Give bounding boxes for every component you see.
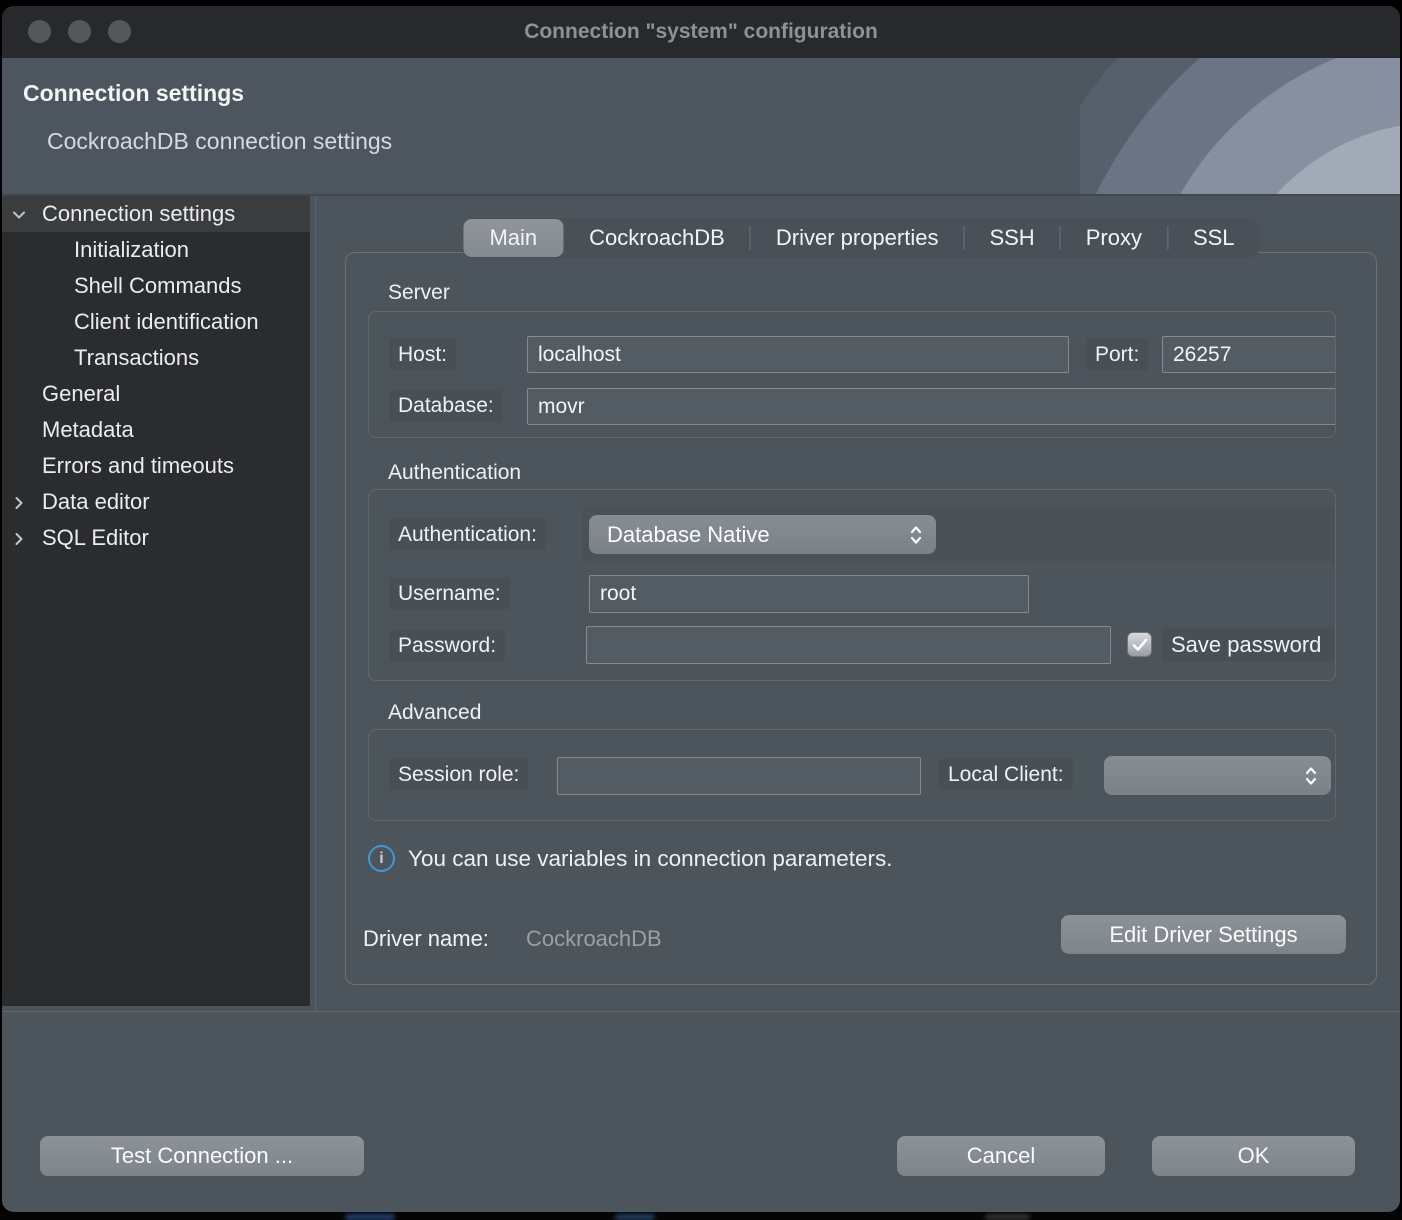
info-row: i You can use variables in connection pa… bbox=[368, 845, 892, 872]
tab-driver-properties[interactable]: Driver properties bbox=[751, 218, 964, 258]
sidebar-item-label: Metadata bbox=[42, 417, 134, 443]
sidebar-item-errors-and-timeouts[interactable]: Errors and timeouts bbox=[2, 448, 310, 484]
save-password-checkbox[interactable] bbox=[1127, 632, 1152, 657]
password-input[interactable] bbox=[586, 626, 1111, 664]
sidebar-item-label: Client identification bbox=[74, 309, 259, 335]
dialog-content: Connection settings Initialization Shell… bbox=[2, 196, 1400, 1012]
page-title: Connection settings bbox=[23, 80, 244, 107]
username-input[interactable] bbox=[589, 575, 1029, 613]
dialog-header: Connection settings CockroachDB connecti… bbox=[2, 58, 1400, 196]
authentication-groupbox: Authentication: Database Native Username… bbox=[368, 489, 1336, 681]
session-role-input[interactable] bbox=[557, 757, 921, 795]
username-label: Username: bbox=[389, 577, 510, 610]
sidebar-item-general[interactable]: General bbox=[2, 376, 310, 412]
main-tab-panel: Server Host: Port: Database: Authenticat… bbox=[345, 252, 1377, 985]
advanced-group-label: Advanced bbox=[388, 701, 481, 725]
sidebar-item-initialization[interactable]: Initialization bbox=[2, 232, 310, 268]
sidebar-item-connection-settings[interactable]: Connection settings bbox=[2, 196, 310, 232]
advanced-groupbox: Session role: Local Client: bbox=[368, 729, 1336, 821]
host-label: Host: bbox=[389, 338, 456, 371]
tab-proxy[interactable]: Proxy bbox=[1061, 218, 1167, 258]
sidebar-item-label: SQL Editor bbox=[42, 525, 149, 551]
sidebar-item-label: Data editor bbox=[42, 489, 150, 515]
server-groupbox: Host: Port: Database: bbox=[368, 311, 1336, 438]
check-icon bbox=[1132, 638, 1148, 652]
test-connection-button[interactable]: Test Connection ... bbox=[40, 1136, 364, 1176]
sidebar-item-label: General bbox=[42, 381, 120, 407]
dialog-footer: Test Connection ... Cancel OK bbox=[2, 1012, 1400, 1211]
sidebar-item-label: Transactions bbox=[74, 345, 199, 371]
sidebar-item-shell-commands[interactable]: Shell Commands bbox=[2, 268, 310, 304]
dock-icon-glow bbox=[615, 1214, 655, 1220]
driver-name-value: CockroachDB bbox=[526, 926, 662, 952]
sidebar-item-metadata[interactable]: Metadata bbox=[2, 412, 310, 448]
dock-icon-glow bbox=[985, 1214, 1030, 1220]
connection-config-dialog: Connection "system" configuration Connec… bbox=[2, 6, 1400, 1212]
session-role-label: Session role: bbox=[389, 758, 528, 791]
password-label: Password: bbox=[389, 629, 505, 662]
main-area: Main CockroachDB Driver properties SSH P… bbox=[316, 196, 1400, 1012]
select-chevrons-icon bbox=[1304, 765, 1318, 787]
chevron-right-icon bbox=[10, 530, 28, 548]
sidebar-item-transactions[interactable]: Transactions bbox=[2, 340, 310, 376]
title-bar: Connection "system" configuration bbox=[2, 6, 1400, 58]
port-label: Port: bbox=[1086, 338, 1148, 371]
sidebar-item-sql-editor[interactable]: SQL Editor bbox=[2, 520, 310, 556]
sidebar-item-label: Shell Commands bbox=[74, 273, 242, 299]
sidebar-item-data-editor[interactable]: Data editor bbox=[2, 484, 310, 520]
authentication-label: Authentication: bbox=[389, 518, 546, 551]
dock-icon-glow bbox=[345, 1214, 395, 1220]
database-input[interactable] bbox=[527, 388, 1336, 425]
chevron-down-icon bbox=[10, 206, 28, 224]
decorative-corner-art bbox=[1080, 58, 1400, 196]
tab-ssl[interactable]: SSL bbox=[1168, 218, 1260, 258]
tab-main[interactable]: Main bbox=[463, 219, 563, 257]
sidebar-item-label: Initialization bbox=[74, 237, 189, 263]
ok-button[interactable]: OK bbox=[1152, 1136, 1355, 1176]
window-title: Connection "system" configuration bbox=[2, 6, 1400, 58]
tab-cockroachdb[interactable]: CockroachDB bbox=[564, 218, 750, 258]
server-group-label: Server bbox=[388, 281, 450, 305]
save-password-label: Save password bbox=[1162, 628, 1336, 661]
database-label: Database: bbox=[389, 389, 503, 422]
edit-driver-settings-button[interactable]: Edit Driver Settings bbox=[1061, 915, 1346, 954]
page-subtitle: CockroachDB connection settings bbox=[47, 128, 392, 155]
sidebar-item-client-identification[interactable]: Client identification bbox=[2, 304, 310, 340]
sidebar-item-label: Connection settings bbox=[42, 201, 235, 227]
info-message: You can use variables in connection para… bbox=[408, 846, 892, 872]
select-chevrons-icon bbox=[909, 524, 923, 546]
chevron-right-icon bbox=[10, 494, 28, 512]
sidebar-item-label: Errors and timeouts bbox=[42, 453, 234, 479]
host-input[interactable] bbox=[527, 336, 1069, 373]
authentication-group-label: Authentication bbox=[388, 461, 521, 485]
settings-tree: Connection settings Initialization Shell… bbox=[2, 196, 310, 1006]
tab-ssh[interactable]: SSH bbox=[964, 218, 1059, 258]
driver-name-label: Driver name: bbox=[363, 926, 489, 952]
local-client-label: Local Client: bbox=[939, 758, 1073, 791]
tab-bar: Main CockroachDB Driver properties SSH P… bbox=[462, 218, 1259, 258]
port-input[interactable] bbox=[1162, 336, 1336, 373]
info-icon: i bbox=[368, 845, 395, 872]
cancel-button[interactable]: Cancel bbox=[897, 1136, 1105, 1176]
authentication-select-value: Database Native bbox=[607, 522, 770, 548]
local-client-select[interactable] bbox=[1104, 756, 1331, 795]
desktop-dock-strip bbox=[0, 1212, 1402, 1220]
authentication-select[interactable]: Database Native bbox=[589, 515, 936, 554]
